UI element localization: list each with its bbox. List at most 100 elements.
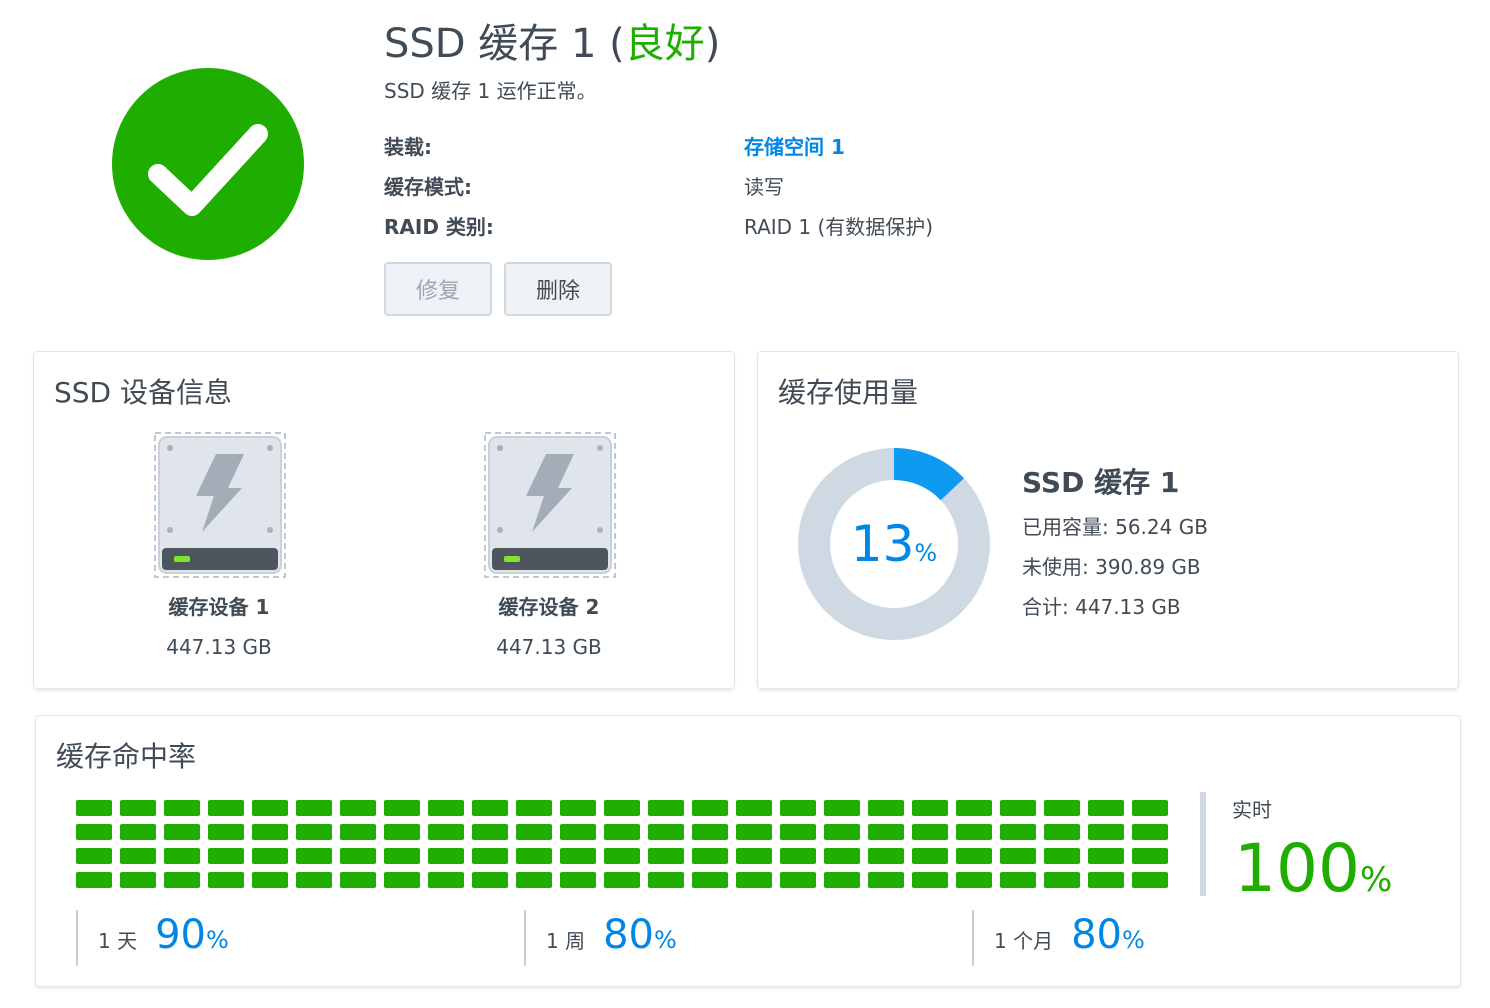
hit-rate-cell bbox=[1132, 824, 1168, 840]
cache-usage-title: 缓存使用量 bbox=[778, 376, 919, 409]
raid-type-value: RAID 1 (有数据保护) bbox=[744, 215, 934, 239]
hit-rate-cell bbox=[780, 872, 816, 888]
period-divider-month bbox=[972, 910, 974, 966]
hit-rate-cell bbox=[868, 848, 904, 864]
realtime-divider bbox=[1200, 792, 1206, 896]
hit-rate-cell bbox=[736, 872, 772, 888]
hit-rate-cell bbox=[340, 824, 376, 840]
cache-device-1-name: 缓存设备 1 bbox=[168, 595, 270, 619]
cache-device-2-size: 447.13 GB bbox=[496, 635, 602, 659]
hit-rate-cell bbox=[472, 824, 508, 840]
hit-rate-cell bbox=[648, 824, 684, 840]
hit-rate-cell bbox=[384, 848, 420, 864]
usage-used: 已用容量: 56.24 GB bbox=[1022, 515, 1208, 539]
ssd-devices-card: SSD 设备信息 缓存设备 1 447.13 GB 缓存设备 2 447.13 … bbox=[34, 352, 734, 688]
hit-rate-cell bbox=[692, 872, 728, 888]
period-week-value: 80 bbox=[603, 912, 654, 958]
period-day-label: 1 天 bbox=[98, 929, 138, 953]
usage-percent: 13% bbox=[796, 446, 992, 642]
hit-rate-cell bbox=[1088, 872, 1124, 888]
hit-rate-cell bbox=[340, 800, 376, 816]
cache-device-2-name: 缓存设备 2 bbox=[498, 595, 600, 619]
usage-cache-name: SSD 缓存 1 bbox=[1022, 466, 1180, 499]
hit-rate-cell bbox=[120, 824, 156, 840]
hit-rate-cell bbox=[956, 872, 992, 888]
ssd-drive-icon bbox=[484, 432, 616, 578]
hit-rate-cell bbox=[956, 800, 992, 816]
cache-hit-rate-title: 缓存命中率 bbox=[56, 740, 197, 773]
period-day: 1 天 90% bbox=[98, 912, 229, 958]
hit-rate-cell bbox=[868, 872, 904, 888]
hit-rate-cell bbox=[824, 848, 860, 864]
hit-rate-cell bbox=[120, 848, 156, 864]
hit-rate-cell bbox=[428, 872, 464, 888]
hit-rate-cell bbox=[736, 800, 772, 816]
hit-rate-cell bbox=[956, 824, 992, 840]
hit-rate-cell bbox=[780, 848, 816, 864]
hit-rate-cell bbox=[648, 872, 684, 888]
hit-rate-cell bbox=[472, 872, 508, 888]
hit-rate-cell bbox=[824, 800, 860, 816]
usage-total: 合计: 447.13 GB bbox=[1022, 595, 1181, 619]
realtime-label: 实时 bbox=[1232, 798, 1272, 822]
hit-rate-cell bbox=[208, 848, 244, 864]
hit-rate-cell bbox=[1132, 800, 1168, 816]
hit-rate-grid bbox=[76, 800, 1168, 888]
hit-rate-cell bbox=[76, 800, 112, 816]
hit-rate-cell bbox=[1132, 848, 1168, 864]
period-divider-day bbox=[76, 910, 78, 966]
hit-rate-cell bbox=[1088, 824, 1124, 840]
cache-device-2[interactable] bbox=[484, 432, 616, 578]
hit-rate-cell bbox=[1000, 800, 1036, 816]
delete-button[interactable]: 删除 bbox=[504, 262, 612, 316]
period-month: 1 个月 80% bbox=[994, 912, 1145, 958]
hit-rate-cell bbox=[912, 800, 948, 816]
raid-type-label: RAID 类别: bbox=[384, 215, 494, 239]
period-month-value: 80 bbox=[1071, 912, 1122, 958]
hit-rate-cell bbox=[1088, 800, 1124, 816]
realtime-number: 100 bbox=[1234, 830, 1360, 907]
hit-rate-cell bbox=[868, 824, 904, 840]
hit-rate-cell bbox=[1000, 824, 1036, 840]
realtime-value: 100% bbox=[1234, 834, 1392, 915]
hit-rate-cell bbox=[648, 848, 684, 864]
hit-rate-cell bbox=[780, 800, 816, 816]
hit-rate-cell bbox=[604, 800, 640, 816]
hit-rate-cell bbox=[956, 848, 992, 864]
cache-device-1[interactable] bbox=[154, 432, 286, 578]
mount-volume-link[interactable]: 存储空间 1 bbox=[744, 134, 845, 160]
hit-rate-cell bbox=[296, 800, 332, 816]
hit-rate-cell bbox=[208, 824, 244, 840]
hit-rate-cell bbox=[1000, 848, 1036, 864]
hit-rate-cell bbox=[516, 824, 552, 840]
hit-rate-cell bbox=[736, 848, 772, 864]
period-day-unit: % bbox=[206, 926, 229, 954]
hit-rate-cell bbox=[76, 824, 112, 840]
hit-rate-cell bbox=[208, 800, 244, 816]
repair-button[interactable]: 修复 bbox=[384, 262, 492, 316]
hit-rate-cell bbox=[516, 872, 552, 888]
period-day-value: 90 bbox=[155, 912, 206, 958]
hit-rate-cell bbox=[1088, 848, 1124, 864]
period-divider-week bbox=[524, 910, 526, 966]
hit-rate-cell bbox=[1000, 872, 1036, 888]
check-circle-icon bbox=[112, 68, 304, 260]
hit-rate-cell bbox=[296, 824, 332, 840]
hit-rate-cell bbox=[516, 848, 552, 864]
hit-rate-cell bbox=[824, 824, 860, 840]
hit-rate-cell bbox=[252, 800, 288, 816]
page-title: SSD 缓存 1 (良好) bbox=[384, 20, 720, 68]
period-month-label: 1 个月 bbox=[994, 929, 1054, 953]
hit-rate-cell bbox=[780, 824, 816, 840]
hit-rate-cell bbox=[692, 848, 728, 864]
hit-rate-cell bbox=[384, 824, 420, 840]
hit-rate-cell bbox=[692, 824, 728, 840]
hit-rate-cell bbox=[692, 800, 728, 816]
cache-device-1-size: 447.13 GB bbox=[166, 635, 272, 659]
hit-rate-cell bbox=[560, 872, 596, 888]
hit-rate-cell bbox=[428, 848, 464, 864]
hit-rate-cell bbox=[296, 872, 332, 888]
hit-rate-cell bbox=[164, 848, 200, 864]
hit-rate-cell bbox=[164, 872, 200, 888]
status-text: 良好 bbox=[624, 21, 705, 67]
